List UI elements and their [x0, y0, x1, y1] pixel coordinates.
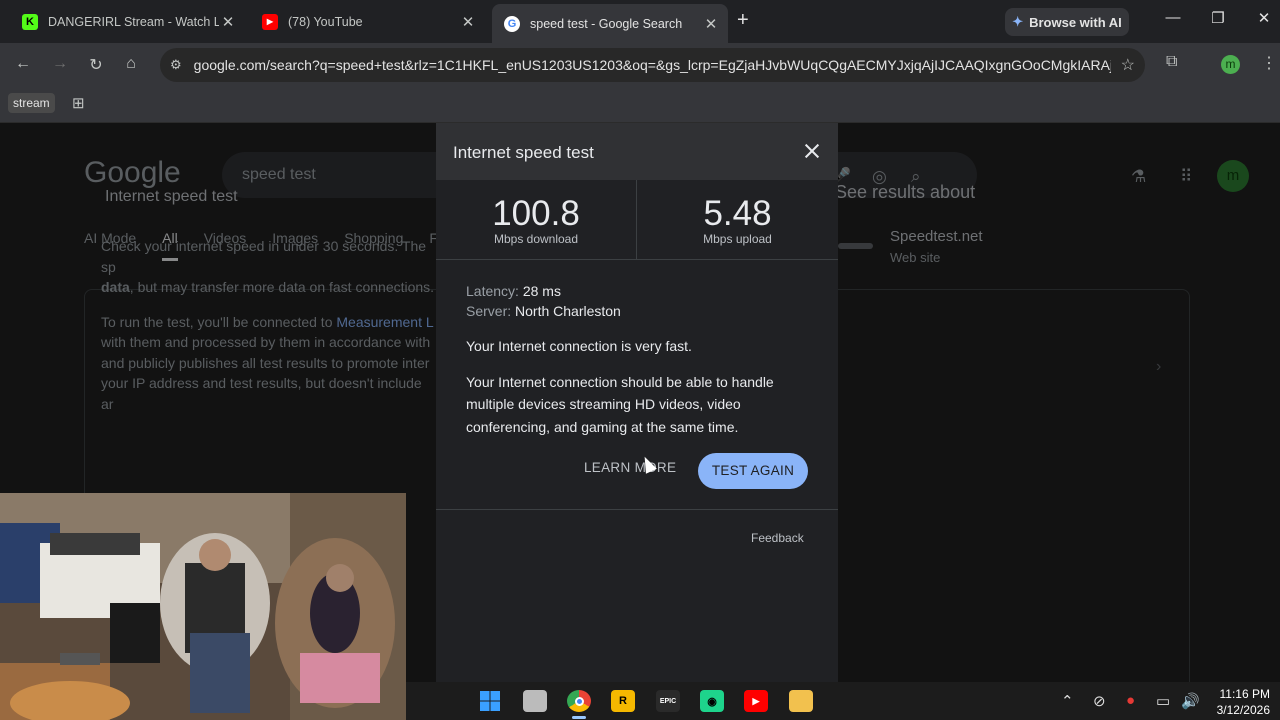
browse-with-ai-button[interactable]: ✦ Browse with AI [1005, 8, 1129, 36]
tab-title: (78) YouTube [288, 14, 363, 29]
windows-taskbar: R EPIC ◉ ▶ ⌃ ⊘ ● ▭ 🔊 [406, 682, 1280, 720]
results-info: Latency: 28 ms Server: North Charleston … [466, 281, 816, 438]
upload-value: 5.48 [703, 194, 772, 233]
feedback-link[interactable]: Feedback [751, 531, 804, 545]
tab-title: speed test - Google Search [530, 16, 683, 31]
server-row: Server: North Charleston [466, 301, 816, 321]
tab-youtube[interactable]: ▶ (78) YouTube ✕ [250, 6, 485, 37]
upload-metric: 5.48 Mbps upload [637, 180, 838, 259]
server-label: Server: [466, 303, 516, 319]
home-icon[interactable]: ⌂ [119, 55, 143, 73]
bookmark-star-icon[interactable]: ☆ [1121, 55, 1135, 75]
divider [436, 509, 838, 510]
learn-more-button[interactable]: LEARN MORE [584, 460, 676, 475]
volume-icon[interactable]: 🔊 [1181, 692, 1200, 710]
connection-description: Your Internet connection should be able … [466, 374, 774, 435]
search-tab-icon[interactable]: ⧉ [1166, 53, 1177, 71]
latency-label: Latency: [466, 283, 523, 299]
rockstar-icon[interactable]: R [611, 690, 635, 712]
google-icon: G [504, 15, 520, 32]
latency-value: 28 ms [522, 283, 561, 299]
test-again-button[interactable]: TEST AGAIN [698, 453, 808, 489]
bookmark-stream[interactable]: stream [8, 93, 55, 113]
apps-grid-icon[interactable]: ⊞ [72, 94, 85, 112]
youtube-icon: ▶ [262, 13, 278, 30]
webcam-overlay [0, 493, 406, 720]
tab-strip: K DANGERIRL Stream - Watch Liv ✕ ▶ (78) … [0, 0, 1280, 43]
dialog-title: Internet speed test [453, 143, 594, 162]
file-explorer-icon[interactable] [789, 690, 813, 712]
tab-google-search[interactable]: G speed test - Google Search ✕ [492, 4, 728, 43]
speed-test-dialog: Internet speed test 100.8 Mbps download … [436, 123, 838, 720]
download-value: 100.8 [492, 194, 580, 233]
divider [436, 259, 838, 260]
task-view-icon[interactable] [523, 690, 547, 712]
site-info-icon[interactable]: ⚙ [170, 57, 182, 73]
download-metric: 100.8 Mbps download [436, 180, 637, 259]
close-tab-icon[interactable]: ✕ [219, 13, 237, 31]
close-tab-icon[interactable]: ✕ [702, 15, 720, 33]
epic-games-icon[interactable]: EPIC [656, 690, 680, 712]
reload-icon[interactable]: ↻ [84, 55, 108, 75]
forward-icon[interactable]: → [48, 55, 72, 73]
profile-avatar[interactable]: m [1221, 55, 1240, 74]
bookmarks-bar: stream ⊞ [0, 87, 1280, 123]
tab-kick-stream[interactable]: K DANGERIRL Stream - Watch Liv ✕ [10, 6, 245, 37]
browser-toolbar: ← → ↻ ⌂ ⚙ google.com/search?q=speed+test… [0, 43, 1280, 87]
browse-with-ai-label: Browse with AI [1029, 14, 1122, 30]
connection-status: Your Internet connection is very fast. [466, 338, 692, 354]
new-tab-icon[interactable]: + [737, 9, 749, 32]
tab-title: DANGERIRL Stream - Watch Liv [48, 14, 219, 29]
youtube-app-icon[interactable]: ▶ [744, 690, 768, 712]
dialog-header: Internet speed test [436, 123, 838, 180]
download-unit: Mbps download [493, 232, 579, 246]
close-window-icon[interactable]: ✕ [1249, 9, 1279, 27]
url-text: google.com/search?q=speed+test&rlz=1C1HK… [193, 57, 1111, 73]
upload-unit: Mbps upload [703, 232, 772, 246]
network-off-icon[interactable]: ⊘ [1093, 692, 1106, 710]
back-icon[interactable]: ← [11, 55, 35, 73]
chevron-up-icon[interactable]: ⌃ [1061, 692, 1074, 710]
chrome-icon[interactable] [567, 690, 591, 712]
active-app-indicator [572, 716, 586, 719]
system-clock[interactable]: 11:16 PM 3/12/2026 [1212, 686, 1270, 718]
clock-time: 11:16 PM [1219, 687, 1270, 701]
display-icon[interactable]: ▭ [1156, 692, 1170, 710]
menu-kebab-icon[interactable]: ⋮ [1261, 53, 1277, 73]
restore-icon[interactable]: ❐ [1203, 9, 1233, 27]
microphone-icon[interactable]: ● [1126, 692, 1135, 709]
latency-row: Latency: 28 ms [466, 281, 816, 301]
streamlabs-icon[interactable]: ◉ [700, 690, 724, 712]
windows-start-icon[interactable] [478, 690, 502, 712]
clock-date: 3/12/2026 [1216, 703, 1270, 717]
address-bar[interactable]: ⚙ google.com/search?q=speed+test&rlz=1C1… [160, 48, 1145, 82]
kick-icon: K [22, 13, 38, 30]
webcam-video [0, 493, 406, 720]
close-tab-icon[interactable]: ✕ [459, 13, 477, 31]
server-value: North Charleston [515, 303, 621, 319]
close-icon[interactable] [801, 137, 823, 165]
minimize-icon[interactable]: — [1158, 9, 1188, 26]
sparkle-icon: ✦ [1012, 14, 1024, 29]
